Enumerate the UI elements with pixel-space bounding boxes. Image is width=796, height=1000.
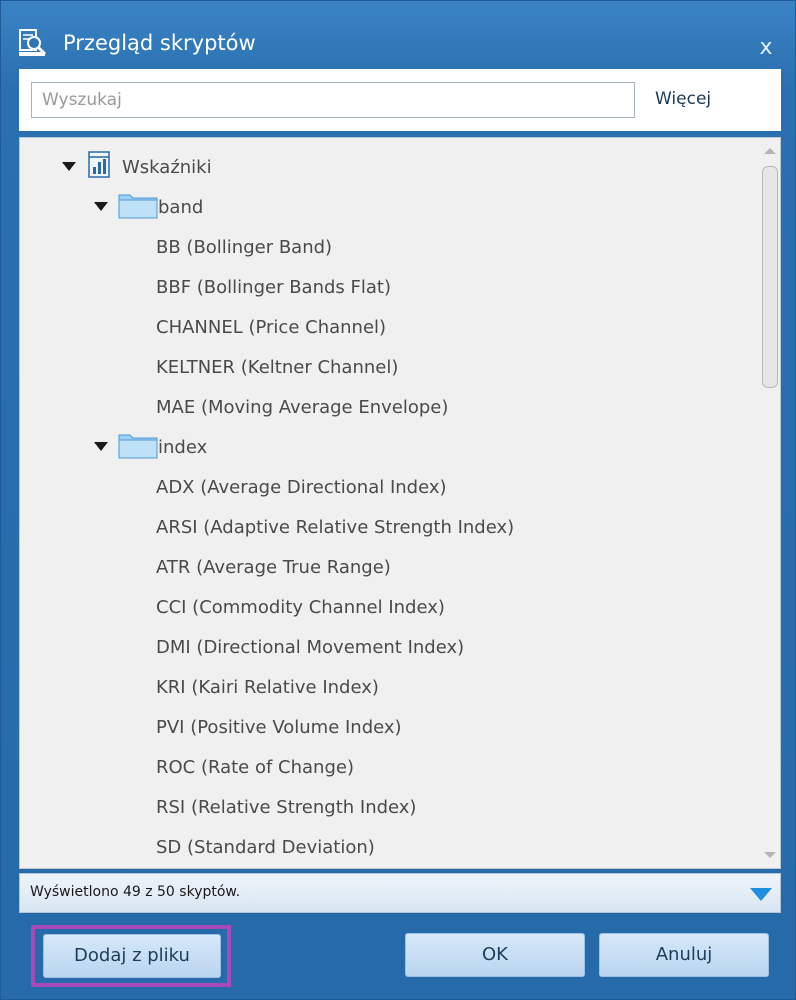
folder-index[interactable]: index xyxy=(94,431,207,465)
script-search-icon xyxy=(17,27,49,59)
folder-band[interactable]: band xyxy=(94,191,203,225)
tree-root-indicators[interactable]: Wskaźniki xyxy=(62,151,212,185)
tree-item[interactable]: ARSI (Adaptive Relative Strength Index) xyxy=(156,511,514,545)
indicators-icon xyxy=(86,150,112,180)
dropdown-arrow-icon[interactable] xyxy=(750,888,772,901)
scroll-down-icon[interactable] xyxy=(764,852,776,858)
tree-item[interactable]: BB (Bollinger Band) xyxy=(156,231,332,265)
tree-item[interactable]: CHANNEL (Price Channel) xyxy=(156,311,386,345)
tree-item[interactable]: ROC (Rate of Change) xyxy=(156,751,354,785)
script-browser-dialog: Przegląd skryptów x Więcej Wskaźniki xyxy=(0,0,796,1000)
tree-root-label: Wskaźniki xyxy=(122,157,212,178)
status-bar: Wyświetlono 49 z 50 skyptów. xyxy=(19,873,781,913)
tree-item[interactable]: BBF (Bollinger Bands Flat) xyxy=(156,271,391,305)
folder-label: index xyxy=(158,437,208,458)
tree-item[interactable]: RSI (Relative Strength Index) xyxy=(156,791,416,825)
search-bar: Więcej xyxy=(19,69,781,131)
tree-item[interactable]: PVI (Positive Volume Index) xyxy=(156,711,402,745)
ok-button[interactable]: OK xyxy=(405,933,585,977)
cancel-button[interactable]: Anuluj xyxy=(599,933,769,977)
more-button[interactable]: Więcej xyxy=(655,89,711,109)
script-tree-panel: Wskaźniki band BB (Bollinger Band) BBF (… xyxy=(19,137,781,869)
tree-item[interactable]: KELTNER (Keltner Channel) xyxy=(156,351,398,385)
add-from-file-button[interactable]: Dodaj z pliku xyxy=(43,934,221,978)
tree-item[interactable]: CCI (Commodity Channel Index) xyxy=(156,591,445,625)
expand-arrow-icon[interactable] xyxy=(94,201,108,211)
search-input[interactable] xyxy=(31,82,635,118)
folder-icon xyxy=(118,191,158,219)
expand-arrow-icon[interactable] xyxy=(94,441,108,451)
folder-icon xyxy=(118,431,158,459)
scroll-up-icon[interactable] xyxy=(764,148,776,154)
folder-label: band xyxy=(158,197,204,218)
close-icon[interactable]: x xyxy=(753,35,779,61)
title-bar: Przegląd skryptów x xyxy=(1,1,796,63)
tree-item[interactable]: MAE (Moving Average Envelope) xyxy=(156,391,448,425)
tree-item[interactable]: ADX (Average Directional Index) xyxy=(156,471,447,505)
dialog-title: Przegląd skryptów xyxy=(63,31,256,55)
tree-item[interactable]: SD (Standard Deviation) xyxy=(156,831,375,865)
expand-arrow-icon[interactable] xyxy=(62,161,76,171)
tree-item[interactable]: DMI (Directional Movement Index) xyxy=(156,631,464,665)
tree-item[interactable]: KRI (Kairi Relative Index) xyxy=(156,671,379,705)
vertical-scrollbar[interactable] xyxy=(760,138,780,868)
tree-item[interactable]: ATR (Average True Range) xyxy=(156,551,391,585)
status-text: Wyświetlono 49 z 50 skyptów. xyxy=(30,884,241,900)
scrollbar-thumb[interactable] xyxy=(762,166,778,388)
